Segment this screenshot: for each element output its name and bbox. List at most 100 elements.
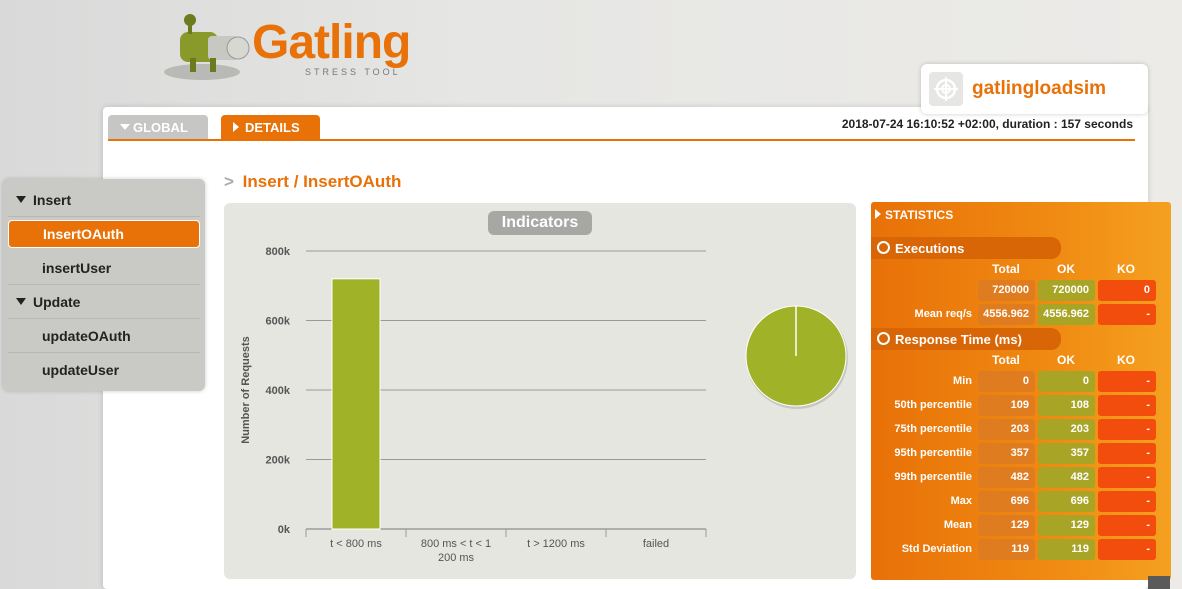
rt-ko-cell: - xyxy=(1098,467,1156,488)
y-tick-label: 800k xyxy=(266,246,291,258)
exec-ok-cell: 4556.962 xyxy=(1038,304,1095,325)
y-tick-label: 200k xyxy=(266,455,291,467)
exec-row-label: Mean req/s xyxy=(914,308,972,320)
rt-total-cell: 357 xyxy=(978,443,1035,464)
rt-ok-cell: 108 xyxy=(1038,395,1095,416)
simulation-header: gatlingloadsim xyxy=(921,64,1148,114)
executions-header: Executions xyxy=(871,237,1061,259)
y-tick-label: 400k xyxy=(266,385,291,397)
rt-row-label: Std Deviation xyxy=(901,543,972,555)
rt-total-cell: 109 xyxy=(978,395,1035,416)
rt-ko-cell: - xyxy=(1098,371,1156,392)
rt-ko-cell: - xyxy=(1098,515,1156,536)
exec-col-ok: OK xyxy=(1057,262,1075,276)
y-tick-label: 600k xyxy=(266,316,291,328)
rt-row-label: 50th percentile xyxy=(894,399,972,411)
rt-total-cell: 696 xyxy=(978,491,1035,512)
bar xyxy=(331,278,381,530)
sidebar-item-label: updateUser xyxy=(42,362,120,378)
response-time-title: Response Time (ms) xyxy=(895,331,1022,347)
logo-subtitle: STRESS TOOL xyxy=(305,67,401,77)
rt-ok-cell: 482 xyxy=(1038,467,1095,488)
exec-total-cell: 720000 xyxy=(978,280,1035,301)
sidebar-item-label: updateOAuth xyxy=(42,327,131,344)
refresh-icon xyxy=(877,241,890,254)
rt-total-cell: 119 xyxy=(978,539,1035,560)
y-axis-label: Number of Requests xyxy=(240,336,252,444)
logo-text: Gatling xyxy=(252,16,411,69)
chevron-down-icon xyxy=(120,124,130,130)
executions-title: Executions xyxy=(895,240,965,256)
breadcrumb-text: Insert / InsertOAuth xyxy=(242,172,402,191)
target-icon xyxy=(929,72,963,106)
rt-ko-cell: - xyxy=(1098,539,1156,560)
tab-label: GLOBAL xyxy=(133,119,188,135)
chevron-right-icon xyxy=(233,122,239,132)
sidebar-group-label: Update xyxy=(33,293,81,310)
rt-ok-cell: 357 xyxy=(1038,443,1095,464)
tab-details[interactable]: DETAILS xyxy=(221,115,320,139)
y-tick-label: 0k xyxy=(278,524,291,536)
rt-ok-cell: 129 xyxy=(1038,515,1095,536)
rt-ko-cell: - xyxy=(1098,443,1156,464)
gatling-logo: Gatling STRESS TOOL xyxy=(160,10,450,85)
rt-ko-cell: - xyxy=(1098,419,1156,440)
exec-ok-cell: 720000 xyxy=(1038,280,1095,301)
clock-icon xyxy=(877,332,890,345)
rt-total-cell: 0 xyxy=(978,371,1035,392)
rt-total-cell: 129 xyxy=(978,515,1035,536)
rt-row-label: 99th percentile xyxy=(894,471,972,483)
statistics-panel: STATISTICS Executions Total OK KO Respon… xyxy=(871,202,1171,580)
sidebar-item-label: InsertOAuth xyxy=(43,226,124,242)
rt-row-label: 95th percentile xyxy=(894,447,972,459)
exec-col-ko: KO xyxy=(1117,262,1135,276)
breadcrumb-separator: > xyxy=(224,172,234,191)
rt-total-cell: 203 xyxy=(978,419,1035,440)
rt-row-label: Max xyxy=(950,495,972,507)
rt-ok-cell: 696 xyxy=(1038,491,1095,512)
scroll-arrow[interactable] xyxy=(1148,576,1170,589)
exec-total-cell: 4556.962 xyxy=(978,304,1035,325)
rt-ko-cell: - xyxy=(1098,491,1156,512)
tab-label: DETAILS xyxy=(245,119,300,135)
statistics-title: STATISTICS xyxy=(874,208,954,222)
breadcrumb: > Insert / InsertOAuth xyxy=(224,172,401,192)
sidebar-group-update[interactable]: Update xyxy=(8,285,200,319)
x-tick-label: t > 1200 ms xyxy=(527,538,585,550)
rt-ko-cell: - xyxy=(1098,395,1156,416)
x-tick-label: 800 ms < t < 1 200 ms xyxy=(421,538,491,564)
sidebar-item-updateoauth[interactable]: updateOAuth xyxy=(8,319,200,353)
rt-row-label: 75th percentile xyxy=(894,423,972,435)
rt-col-ko: KO xyxy=(1117,353,1135,367)
tab-global[interactable]: GLOBAL xyxy=(108,115,208,139)
rt-ok-cell: 0 xyxy=(1038,371,1095,392)
exec-col-total: Total xyxy=(992,262,1020,276)
gatling-gun-icon xyxy=(164,14,250,80)
sidebar-item-insertuser[interactable]: insertUser xyxy=(8,251,200,285)
rt-col-ok: OK xyxy=(1057,353,1075,367)
rt-col-total: Total xyxy=(992,353,1020,367)
sidebar-item-insertoauth[interactable]: InsertOAuth xyxy=(8,220,200,248)
exec-ko-cell: 0 xyxy=(1098,280,1156,301)
sidebar-item-label: insertUser xyxy=(42,259,112,276)
rt-total-cell: 482 xyxy=(978,467,1035,488)
rt-row-label: Mean xyxy=(943,519,972,531)
exec-ko-cell: - xyxy=(1098,304,1156,325)
sidebar-group-label: Insert xyxy=(33,191,72,208)
chevron-down-icon xyxy=(16,196,26,203)
rt-ok-cell: 203 xyxy=(1038,419,1095,440)
rt-ok-cell: 119 xyxy=(1038,539,1095,560)
response-time-header: Response Time (ms) xyxy=(871,328,1061,350)
sidebar-item-updateuser[interactable]: updateUser xyxy=(8,353,200,387)
x-tick-label: failed xyxy=(643,538,669,550)
indicators-panel: Indicators 0k 200k 400k 600k 800k Number of R… xyxy=(224,203,856,579)
sidebar-group-insert[interactable]: Insert xyxy=(8,183,200,217)
simulation-name: gatlingloadsim xyxy=(972,78,1107,99)
x-tick-label: t < 800 ms xyxy=(330,538,382,550)
rt-row-label: Min xyxy=(953,375,972,387)
sidebar: Insert InsertOAuth insertUser Update upd… xyxy=(3,179,205,391)
indicators-bar-chart: 0k 200k 400k 600k 800k Number of Requests t < … xyxy=(240,246,848,564)
chevron-down-icon xyxy=(16,298,26,305)
tab-underline xyxy=(108,139,1135,141)
run-info: 2018-07-24 16:10:52 +02:00, duration : 1… xyxy=(841,117,1133,131)
